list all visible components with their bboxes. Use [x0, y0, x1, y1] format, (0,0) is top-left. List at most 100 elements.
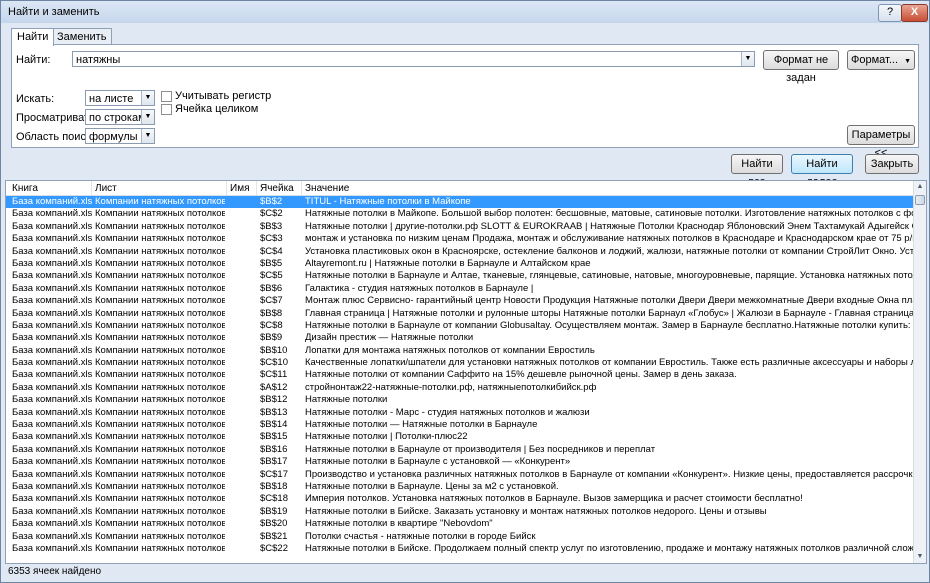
table-row[interactable]: База компаний.xlsx Компании натяжных пото… — [6, 419, 913, 431]
table-row[interactable]: База компаний.xlsx Компании натяжных пото… — [6, 481, 913, 493]
table-row[interactable]: База компаний.xlsx Компании натяжных пото… — [6, 246, 913, 258]
cell-address: $C$3 — [260, 233, 283, 245]
scrollbar-thumb[interactable] — [915, 195, 925, 205]
table-row[interactable]: База компаний.xlsx Компании натяжных пото… — [6, 493, 913, 505]
cell-address: $B$15 — [260, 431, 288, 443]
column-header-name[interactable]: Имя — [230, 183, 249, 194]
cell-address: $B$14 — [260, 419, 288, 431]
cell-sheet: Компании натяжных потолков — [95, 257, 225, 269]
find-all-button[interactable]: Найти все — [731, 154, 783, 188]
table-row[interactable]: База компаний.xlsx Компании натяжных пото… — [6, 345, 913, 357]
column-divider[interactable] — [301, 181, 302, 195]
table-row[interactable]: База компаний.xlsx Компании натяжных пото… — [6, 308, 913, 320]
cell-address: $C$4 — [260, 245, 283, 257]
column-header-cell[interactable]: Ячейка — [260, 183, 294, 194]
cell-book: База компаний.xlsx — [12, 357, 92, 369]
cell-value: Дизайн престиж — Натяжные потолки — [305, 332, 474, 344]
cell-value: Лопатки для монтажа натяжных потолков от… — [305, 344, 595, 356]
table-row[interactable]: База компаний.xlsx Компании натяжных пото… — [6, 407, 913, 419]
cell-sheet: Компании натяжных потолков — [95, 456, 225, 468]
table-row[interactable]: База компаний.xlsx Компании натяжных пото… — [6, 196, 913, 209]
table-row[interactable]: База компаний.xlsx Компании натяжных пото… — [6, 320, 913, 332]
cell-address: $B$20 — [260, 518, 288, 530]
find-input[interactable]: натяжны ▼ — [72, 51, 755, 67]
cell-address: $B$16 — [260, 443, 288, 455]
column-header-book[interactable]: Книга — [12, 183, 38, 194]
table-row[interactable]: База компаний.xlsx Компании натяжных пото… — [6, 394, 913, 406]
cell-book: База компаний.xlsx — [12, 394, 92, 406]
table-row[interactable]: База компаний.xlsx Компании натяжных пото… — [6, 332, 913, 344]
find-next-button[interactable]: Найти далее — [791, 154, 853, 188]
chevron-down-icon[interactable]: ▼ — [741, 52, 754, 66]
cell-book: База компаний.xlsx — [12, 295, 92, 307]
search-select[interactable]: по строкам ▼ — [85, 109, 155, 125]
column-header-value[interactable]: Значение — [305, 183, 349, 194]
format-button[interactable]: Формат... ▼ — [847, 50, 915, 70]
tab-find[interactable]: Найти — [11, 28, 55, 46]
results-rows: База компаний.xlsx Компании натяжных пото… — [6, 196, 913, 555]
help-button[interactable]: ? — [878, 4, 902, 22]
close-button[interactable]: Закрыть — [865, 154, 919, 174]
cell-address: $C$10 — [260, 357, 288, 369]
cell-value: TITUL - Натяжные потолки в Майкопе — [305, 196, 471, 207]
table-row[interactable]: База компаний.xlsx Компании натяжных пото… — [6, 270, 913, 282]
cell-address: $B$8 — [260, 307, 283, 319]
table-row[interactable]: База компаний.xlsx Компании натяжных пото… — [6, 258, 913, 270]
cell-book: База компаний.xlsx — [12, 530, 92, 542]
within-select[interactable]: на листе ▼ — [85, 90, 155, 106]
match-entire-label[interactable]: Ячейка целиком — [175, 103, 258, 115]
match-case-label[interactable]: Учитывать регистр — [175, 90, 271, 102]
table-row[interactable]: База компаний.xlsx Компании натяжных пото… — [6, 233, 913, 245]
table-row[interactable]: База компаний.xlsx Компании натяжных пото… — [6, 506, 913, 518]
cell-sheet: Компании натяжных потолков — [95, 505, 225, 517]
column-divider[interactable] — [91, 181, 92, 195]
table-row[interactable]: База компаний.xlsx Компании натяжных пото… — [6, 382, 913, 394]
cell-sheet: Компании натяжных потолков — [95, 518, 225, 530]
table-row[interactable]: База компаний.xlsx Компании натяжных пото… — [6, 531, 913, 543]
cell-value: Монтаж плюс Сервисно- гарантийный центр … — [305, 295, 913, 307]
table-row[interactable]: База компаний.xlsx Компании натяжных пото… — [6, 369, 913, 381]
cell-address: $B$18 — [260, 480, 288, 492]
table-row[interactable]: База компаний.xlsx Компании натяжных пото… — [6, 431, 913, 443]
tab-replace[interactable]: Заменить — [51, 28, 113, 45]
cell-sheet: Компании натяжных потолков — [95, 419, 225, 431]
cell-value: Натяжные потолки | Потолки-плюс22 — [305, 431, 468, 443]
cell-address: $B$9 — [260, 332, 283, 344]
table-row[interactable]: База компаний.xlsx Компании натяжных пото… — [6, 456, 913, 468]
cell-value: Натяжные потолки в Барнауле с установкой… — [305, 456, 571, 468]
match-case-checkbox[interactable] — [161, 91, 172, 102]
scroll-down-icon[interactable]: ▼ — [914, 551, 926, 563]
vertical-scrollbar[interactable]: ▲ ▼ — [913, 181, 926, 563]
column-header-sheet[interactable]: Лист — [95, 183, 117, 194]
format-status-button[interactable]: Формат не задан — [763, 50, 839, 84]
table-row[interactable]: База компаний.xlsx Компании натяжных пото… — [6, 295, 913, 307]
table-row[interactable]: База компаний.xlsx Компании натяжных пото… — [6, 469, 913, 481]
table-row[interactable]: База компаний.xlsx Компании натяжных пото… — [6, 221, 913, 233]
cell-sheet: Компании натяжных потолков — [95, 319, 225, 331]
cell-value: Установка пластиковых окон в Красноярске… — [305, 245, 913, 257]
options-button[interactable]: Параметры << — [847, 125, 915, 159]
table-row[interactable]: База компаний.xlsx Компании натяжных пото… — [6, 543, 913, 555]
cell-book: База компаний.xlsx — [12, 456, 92, 468]
cell-value: Натяжные потолки от компании Саффито на … — [305, 369, 737, 381]
cell-book: База компаний.xlsx — [12, 505, 92, 517]
cell-value: Натяжные потолки | другие-потолки.рф SLO… — [305, 220, 913, 232]
lookin-select[interactable]: формулы ▼ — [85, 128, 155, 144]
table-row[interactable]: База компаний.xlsx Компании натяжных пото… — [6, 357, 913, 369]
match-entire-checkbox[interactable] — [161, 104, 172, 115]
column-divider[interactable] — [226, 181, 227, 195]
cell-book: База компаний.xlsx — [12, 307, 92, 319]
cell-sheet: Компании натяжных потолков — [95, 220, 225, 232]
table-row[interactable]: База компаний.xlsx Компании натяжных пото… — [6, 208, 913, 220]
table-row[interactable]: База компаний.xlsx Компании натяжных пото… — [6, 283, 913, 295]
table-row[interactable]: База компаний.xlsx Компании натяжных пото… — [6, 518, 913, 530]
scroll-up-icon[interactable]: ▲ — [914, 181, 926, 193]
cell-address: $B$2 — [260, 196, 283, 207]
cell-book: База компаний.xlsx — [12, 282, 92, 294]
results-list[interactable]: Книга Лист Имя Ячейка Значение База комп… — [5, 180, 927, 564]
table-row[interactable]: База компаний.xlsx Компании натяжных пото… — [6, 444, 913, 456]
cell-sheet: Компании натяжных потолков — [95, 295, 225, 307]
close-window-button[interactable]: X — [901, 4, 928, 22]
cell-value: Производство и установка различных натяж… — [305, 468, 913, 480]
column-divider[interactable] — [256, 181, 257, 195]
